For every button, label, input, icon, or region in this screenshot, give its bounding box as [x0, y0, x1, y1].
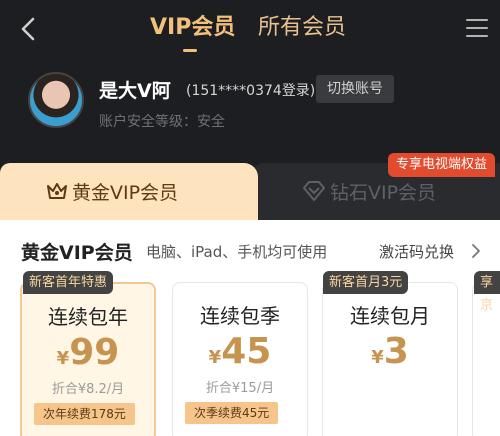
- tab-diamond-label: 钻石VIP会员: [330, 182, 437, 204]
- username: 是大V阿: [99, 80, 171, 102]
- chevron-right-icon[interactable]: [471, 244, 481, 258]
- back-arrow-icon[interactable]: [16, 16, 40, 42]
- tab-gold-label: 黄金VIP会员: [72, 182, 179, 204]
- menu-icon[interactable]: [466, 19, 488, 39]
- plan-promo-ribbon: 新客首月3元: [323, 271, 409, 294]
- switch-account-button[interactable]: 切换账号: [316, 75, 394, 103]
- avatar[interactable]: [28, 72, 84, 128]
- tab-all-members[interactable]: 所有会员: [258, 10, 346, 46]
- section-title: 黄金VIP会员: [21, 242, 133, 264]
- login-info: (151****0374登录): [186, 83, 316, 99]
- active-tab-indicator: [183, 49, 197, 52]
- activation-code-link[interactable]: 激活码兑换: [379, 241, 454, 262]
- plan-price: ¥99: [56, 332, 120, 373]
- plan-card-quarterly[interactable]: 连续包季 ¥45 折合¥15/月 次季续费45元: [172, 282, 308, 436]
- tv-benefit-badge: 专享电视端权益: [388, 153, 496, 177]
- security-level: 账户安全等级：安全: [99, 114, 225, 130]
- plan-discount: 折合¥8.2/月: [51, 382, 125, 397]
- plan-promo-ribbon: 享京: [474, 271, 500, 313]
- plan-price: ¥45: [208, 331, 272, 372]
- plan-promo-ribbon: 新客首年特惠: [23, 271, 114, 294]
- plan-card-yearly[interactable]: 连续包年 ¥99 折合¥8.2/月 次年续费178元: [20, 282, 156, 436]
- plan-title: 连续包月: [350, 304, 430, 328]
- crown-icon: [47, 183, 67, 199]
- plan-discount: 折合¥15/月: [205, 381, 275, 396]
- section-subtitle: 电脑、iPad、手机均可使用: [146, 243, 328, 261]
- plan-renew-note: 次季续费45元: [185, 402, 279, 424]
- plan-title: 连续包季: [200, 304, 280, 328]
- plan-renew-note: 次年续费178元: [34, 403, 135, 425]
- diamond-icon: [303, 181, 325, 201]
- tab-vip[interactable]: VIP会员: [150, 10, 235, 46]
- plan-price: ¥3: [371, 331, 409, 372]
- plan-card-monthly[interactable]: 连续包月 ¥3: [322, 282, 458, 436]
- plan-title: 连续包年: [48, 305, 128, 329]
